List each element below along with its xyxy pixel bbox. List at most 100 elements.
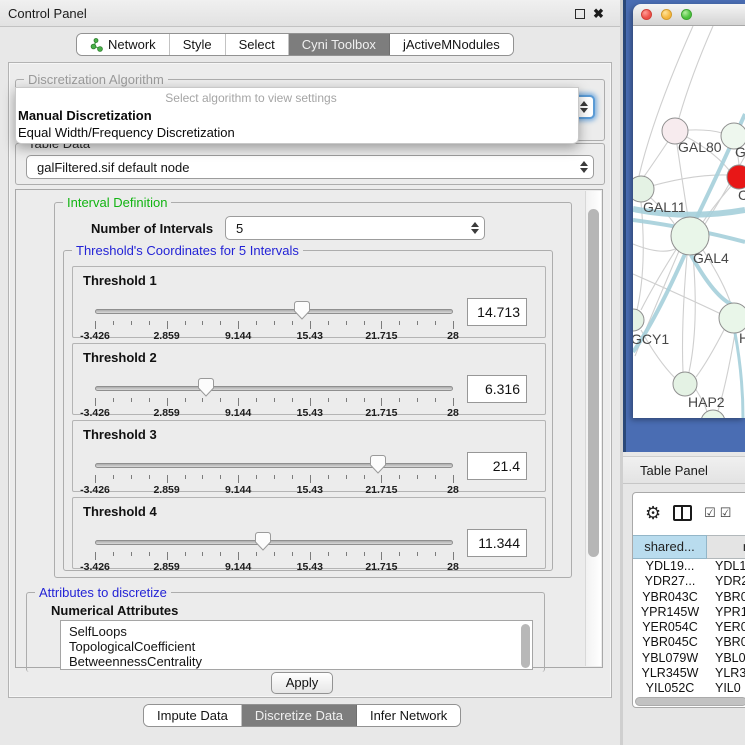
column-header-name[interactable]: n bbox=[707, 535, 745, 559]
tab-select[interactable]: Select bbox=[226, 34, 289, 55]
column-header-shared-name[interactable]: shared... bbox=[633, 535, 707, 559]
columns-icon[interactable] bbox=[673, 505, 692, 521]
network-graph: GAL80GACGAL11GAL4GCY1HHAP2 bbox=[633, 26, 745, 418]
slider-track[interactable] bbox=[95, 540, 453, 545]
threshold-4-label: Threshold 4 bbox=[83, 504, 157, 519]
tick-mark bbox=[167, 475, 168, 483]
network-canvas[interactable]: GAL80GACGAL11GAL4GCY1HHAP2 bbox=[633, 26, 745, 418]
close-icon[interactable]: ✖ bbox=[593, 0, 604, 27]
threshold-1-slider[interactable]: -3.4262.8599.14415.4321.71528 bbox=[95, 303, 453, 339]
table-row[interactable]: YDL19...YDL1 bbox=[633, 559, 745, 574]
tick-mark bbox=[256, 398, 257, 402]
algorithm-section-title: Discretization Algorithm bbox=[24, 72, 168, 87]
threshold-4-value-field[interactable] bbox=[467, 529, 527, 557]
slider-track[interactable] bbox=[95, 309, 453, 314]
network-window-titlebar[interactable] bbox=[633, 4, 745, 26]
tick-mark bbox=[453, 321, 454, 329]
slider-tick-labels: -3.4262.8599.14415.4321.71528 bbox=[95, 407, 453, 418]
network-node[interactable] bbox=[701, 410, 725, 418]
slider-track[interactable] bbox=[95, 386, 453, 391]
threshold-2-slider[interactable]: -3.4262.8599.14415.4321.71528 bbox=[95, 380, 453, 416]
cell-name: YBR0 bbox=[707, 635, 745, 650]
window-close-icon[interactable] bbox=[641, 9, 652, 20]
tick-mark bbox=[417, 398, 418, 402]
dropdown-prompt-item[interactable]: Select algorithm to view settings bbox=[16, 88, 486, 107]
table-row[interactable]: YER054CYER0 bbox=[633, 620, 745, 635]
network-node-label: C bbox=[738, 187, 745, 203]
table-row[interactable]: YBR043CYBR0 bbox=[633, 590, 745, 605]
table-row[interactable]: YBL079WYBL0 bbox=[633, 651, 745, 666]
slider-ticks bbox=[95, 321, 453, 330]
slider-thumb[interactable] bbox=[255, 532, 271, 551]
threshold-3-slider[interactable]: -3.4262.8599.14415.4321.71528 bbox=[95, 457, 453, 493]
tab-style-label: Style bbox=[183, 34, 212, 55]
num-intervals-label: Number of Intervals bbox=[91, 221, 213, 236]
tick-mark bbox=[399, 321, 400, 325]
window-minimize-icon[interactable] bbox=[661, 9, 672, 20]
tick-mark bbox=[238, 398, 239, 406]
tick-label: 21.715 bbox=[365, 484, 397, 496]
tab-discretize-data[interactable]: Discretize Data bbox=[242, 705, 357, 726]
cell-shared-name: YIL052C bbox=[633, 681, 707, 696]
threshold-2-value-field[interactable] bbox=[467, 375, 527, 403]
list-item[interactable]: SelfLoops bbox=[61, 621, 532, 639]
num-intervals-combobox[interactable]: 5 bbox=[225, 216, 485, 240]
network-node[interactable] bbox=[673, 372, 697, 396]
cell-shared-name: YDL19... bbox=[633, 559, 707, 574]
table-row[interactable]: YBR045CYBR0 bbox=[633, 635, 745, 650]
checkbox-checked-icon[interactable]: ☑ bbox=[720, 505, 732, 521]
control-panel-titlebar: Control Panel ✖ bbox=[0, 0, 620, 27]
cell-shared-name: YBR043C bbox=[633, 590, 707, 605]
list-item[interactable]: BetweennessCentrality bbox=[61, 654, 532, 669]
tick-label: 9.144 bbox=[225, 407, 251, 419]
table-row[interactable]: YPR145WYPR1 bbox=[633, 605, 745, 620]
vertical-scrollbar[interactable] bbox=[585, 191, 601, 666]
tick-mark bbox=[310, 552, 311, 560]
tick-label: 15.43 bbox=[297, 561, 323, 573]
cyni-toolbox-panel: Discretization Algorithm Select algorith… bbox=[8, 62, 612, 698]
tick-label: 28 bbox=[447, 484, 459, 496]
tab-style[interactable]: Style bbox=[170, 34, 226, 55]
table-data-combobox[interactable]: galFiltered.sif default node bbox=[26, 155, 594, 179]
gear-icon[interactable]: ⚙ bbox=[645, 504, 661, 522]
spinner-icon bbox=[575, 161, 593, 173]
table-row[interactable]: YDR27...YDR2 bbox=[633, 574, 745, 589]
tab-infer-network[interactable]: Infer Network bbox=[357, 705, 460, 726]
tab-network[interactable]: Network bbox=[77, 34, 170, 55]
tick-label: 9.144 bbox=[225, 484, 251, 496]
network-node[interactable] bbox=[727, 165, 745, 189]
attributes-section-title: Attributes to discretize bbox=[35, 585, 171, 600]
list-scrollbar-thumb[interactable] bbox=[521, 624, 530, 668]
table-panel-titlebar: Table Panel bbox=[623, 456, 745, 484]
dropdown-option-equal-width[interactable]: Equal Width/Frequency Discretization bbox=[16, 124, 578, 141]
tick-mark bbox=[149, 321, 150, 325]
list-item[interactable]: TopologicalCoefficient bbox=[61, 639, 532, 654]
slider-thumb[interactable] bbox=[198, 378, 214, 397]
threshold-4-slider[interactable]: -3.4262.8599.14415.4321.71528 bbox=[95, 534, 453, 570]
thresholds-section: Threshold's Coordinates for 5 Intervals … bbox=[63, 250, 553, 571]
float-window-icon[interactable] bbox=[575, 9, 585, 19]
tick-label: 21.715 bbox=[365, 407, 397, 419]
network-node[interactable] bbox=[633, 309, 644, 331]
slider-thumb[interactable] bbox=[370, 455, 386, 474]
tab-impute-data[interactable]: Impute Data bbox=[144, 705, 242, 726]
apply-button[interactable]: Apply bbox=[271, 672, 333, 694]
checkbox-checked-icon[interactable]: ☑ bbox=[704, 505, 716, 521]
window-zoom-icon[interactable] bbox=[681, 9, 692, 20]
threshold-1-value-field[interactable] bbox=[467, 298, 527, 326]
tab-jactivemnodules[interactable]: jActiveMNodules bbox=[390, 34, 513, 55]
table-row[interactable]: YIL052CYIL0 bbox=[633, 681, 745, 696]
network-node[interactable] bbox=[719, 303, 745, 333]
slider-track[interactable] bbox=[95, 463, 453, 468]
tick-mark bbox=[346, 321, 347, 325]
dropdown-option-manual[interactable]: Manual Discretization bbox=[16, 107, 578, 124]
threshold-3-value-field[interactable] bbox=[467, 452, 527, 480]
tab-cyni-toolbox[interactable]: Cyni Toolbox bbox=[289, 34, 390, 55]
vertical-scrollbar-thumb[interactable] bbox=[588, 209, 599, 557]
table-row[interactable]: YLR345WYLR3 bbox=[633, 666, 745, 681]
slider-thumb[interactable] bbox=[294, 301, 310, 320]
threshold-1-panel: Threshold 1 -3.4262.8599.14415.4321.7152… bbox=[72, 266, 546, 338]
tick-label: 21.715 bbox=[365, 561, 397, 573]
tick-label: -3.426 bbox=[80, 407, 110, 419]
horizontal-scrollbar-thumb[interactable] bbox=[635, 697, 745, 706]
